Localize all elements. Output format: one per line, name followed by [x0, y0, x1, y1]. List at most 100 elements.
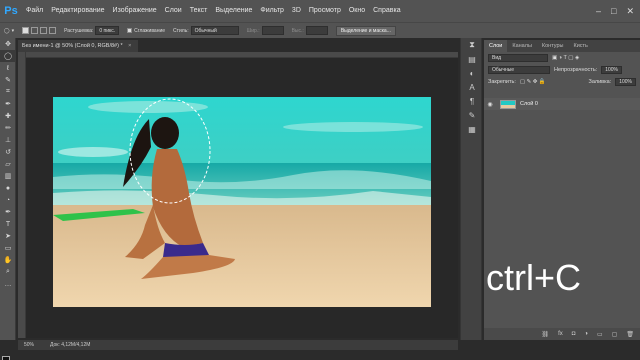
blend-mode-select[interactable]: Обычные — [488, 66, 550, 74]
brush-icon[interactable]: ✏ — [0, 122, 16, 134]
style-select[interactable]: Обычный — [190, 26, 239, 35]
layer-name: Слой 0 — [520, 101, 538, 107]
pen-icon[interactable]: ✒ — [0, 206, 16, 218]
menu-bar: Ps Файл Редактирование Изображение Слои Текс… — [0, 0, 640, 22]
menu-item[interactable]: Фильтр — [256, 0, 288, 22]
panel-tab[interactable]: Слои — [484, 40, 508, 52]
type-icon[interactable]: T — [0, 218, 16, 230]
select-and-mask-button[interactable]: Выделение и маска... — [335, 25, 396, 36]
vertical-ruler — [18, 52, 26, 338]
close-icon[interactable]: ✕ — [626, 6, 634, 17]
lock-row: Закрепить: ▢ ✎ ✥ 🔒 Заливка: 100% — [484, 76, 640, 88]
menu-item[interactable]: Текст — [186, 0, 212, 22]
intersect-selection-icon[interactable] — [49, 27, 57, 34]
menu-item[interactable]: Выделение — [211, 0, 256, 22]
trash-icon[interactable]: 🗑 — [626, 331, 634, 338]
crop-icon[interactable]: ⌗ — [0, 86, 16, 98]
blend-row: Обычные Непрозрачность: 100% — [484, 64, 640, 76]
mask-icon[interactable]: ◘ — [572, 331, 576, 337]
sand — [53, 205, 431, 307]
cloud — [283, 122, 423, 132]
fill-input[interactable]: 100% — [615, 78, 636, 86]
color-swatches[interactable] — [2, 356, 14, 360]
panel-tab[interactable]: Контуры — [537, 40, 569, 52]
feather-label: Растушевка: — [64, 27, 94, 34]
layer-filter-row: Вид ▣ ◑ T ▢ ◈ — [484, 52, 640, 64]
link-layers-icon[interactable]: ⛓ — [541, 331, 549, 338]
zoom-icon[interactable]: ⌕ — [0, 266, 16, 278]
close-document-icon[interactable]: × — [128, 43, 131, 49]
opacity-input[interactable]: 100% — [601, 66, 623, 74]
new-layer-icon[interactable]: ▢ — [612, 331, 618, 338]
character-icon[interactable]: A — [461, 80, 483, 94]
maximize-icon[interactable]: □ — [611, 6, 616, 16]
heal-icon[interactable]: ✚ — [0, 110, 16, 122]
history-brush-icon[interactable]: ↺ — [0, 146, 16, 158]
panel-tab[interactable]: Каналы — [507, 40, 537, 52]
menu-item[interactable]: Файл — [22, 0, 47, 22]
document-size: Док: 4,12M/4,12M — [50, 342, 91, 348]
menu-item[interactable]: Изображение — [109, 0, 161, 22]
paragraph-icon[interactable]: ¶ — [461, 94, 483, 108]
lasso-icon[interactable]: ℓ — [0, 62, 16, 74]
fx-icon[interactable]: fx — [558, 331, 563, 337]
beach-photo — [53, 97, 431, 307]
tools-panel: ✥ ◯ ℓ ✎ ⌗ ✒ ✚ ✏ ⊥ ↺ ▱ ▥ ● ◔ ✒ T ➤ ▭ ✋ ⌕… — [0, 38, 16, 360]
path-select-icon[interactable]: ➤ — [0, 230, 16, 242]
chevron-down-icon: ▾ — [11, 27, 15, 34]
stamp-icon[interactable]: ⊥ — [0, 134, 16, 146]
move-icon[interactable]: ✥ — [0, 38, 16, 50]
dodge-icon[interactable]: ◔ — [0, 194, 16, 206]
new-selection-icon[interactable] — [22, 27, 30, 34]
gradient-icon[interactable]: ▥ — [0, 170, 16, 182]
height-input[interactable] — [305, 26, 328, 35]
panel-tabs: Слои Каналы Контуры Кисть — [484, 40, 640, 52]
status-bar: 50% Док: 4,12M/4,12M — [18, 340, 458, 350]
layer-filter-select[interactable]: Вид — [488, 54, 548, 62]
height-group: Выс.: — [288, 26, 332, 35]
fill-label: Заливка: — [588, 79, 612, 85]
visibility-eye-icon[interactable]: ◉ — [484, 101, 496, 108]
menu-item[interactable]: 3D — [288, 0, 305, 22]
document-tab[interactable]: Без имени-1 @ 50% (Слой 0, RGB/8#) * × — [18, 40, 138, 52]
feather-input[interactable]: 0 пикс. — [95, 26, 120, 35]
tool-preset-picker[interactable]: ◯ ▾ — [0, 28, 18, 34]
layer-row[interactable]: ◉ Слой 0 — [484, 98, 640, 110]
antialias-label: Сглаживание — [134, 27, 166, 34]
zoom-level[interactable]: 50% — [24, 342, 34, 348]
eyedropper-icon[interactable]: ✒ — [0, 98, 16, 110]
antialias-checkbox[interactable] — [127, 28, 133, 33]
window-controls: – □ ✕ — [596, 0, 634, 22]
menu-item[interactable]: Просмотр — [305, 0, 345, 22]
style-label: Стиль: — [173, 27, 189, 34]
quick-select-icon[interactable]: ✎ — [0, 74, 16, 86]
menu-item[interactable]: Редактирование — [47, 0, 108, 22]
brush-presets-icon[interactable]: ✎ — [461, 108, 483, 122]
properties-icon[interactable]: ▤ — [461, 52, 483, 66]
adjustment-layer-icon[interactable]: ◑ — [584, 331, 588, 337]
subtract-selection-icon[interactable] — [40, 27, 48, 34]
menu-item[interactable]: Справка — [369, 0, 404, 22]
group-icon[interactable]: ▭ — [597, 331, 603, 338]
adjustments-icon[interactable]: ◐ — [461, 66, 483, 80]
width-input[interactable] — [261, 26, 284, 35]
image-canvas[interactable] — [53, 97, 431, 307]
panel-tab[interactable]: Кисть — [569, 40, 593, 52]
eraser-icon[interactable]: ▱ — [0, 158, 16, 170]
lock-icons[interactable]: ▢ ✎ ✥ 🔒 — [520, 79, 546, 85]
minimize-icon[interactable]: – — [596, 6, 601, 16]
blur-icon[interactable]: ● — [0, 182, 16, 194]
add-selection-icon[interactable] — [31, 27, 39, 34]
shape-icon[interactable]: ▭ — [0, 242, 16, 254]
swatches-icon[interactable]: ▦ — [461, 122, 483, 136]
history-icon[interactable]: ⧗ — [461, 38, 483, 52]
layer-thumbnail — [500, 99, 516, 109]
menu-item[interactable]: Окно — [345, 0, 369, 22]
filter-icons[interactable]: ▣ ◑ T ▢ ◈ — [552, 55, 579, 61]
shortcut-overlay-text: ctrl+C — [486, 257, 582, 298]
tool-list: ✥ ◯ ℓ ✎ ⌗ ✒ ✚ ✏ ⊥ ↺ ▱ ▥ ● ◔ ✒ T ➤ ▭ ✋ ⌕… — [0, 38, 16, 290]
hand-icon[interactable]: ✋ — [0, 254, 16, 266]
menu-item[interactable]: Слои — [161, 0, 186, 22]
more-icon[interactable]: … — [0, 278, 16, 290]
marquee-icon[interactable]: ◯ — [0, 50, 16, 62]
